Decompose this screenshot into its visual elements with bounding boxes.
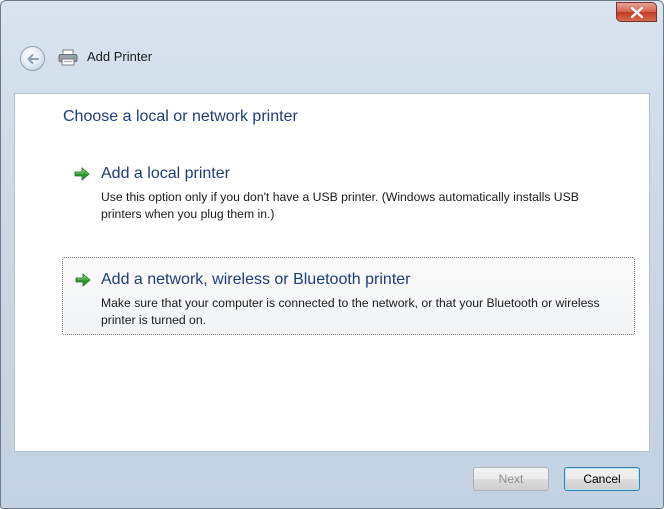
close-icon [631, 7, 643, 18]
back-button[interactable] [20, 46, 45, 71]
content-panel: Choose a local or network printer Add a … [14, 93, 650, 452]
option-title: Add a local printer [101, 165, 230, 182]
option-title: Add a network, wireless or Bluetooth pri… [101, 271, 411, 288]
next-button[interactable]: Next [473, 467, 549, 491]
close-button[interactable] [616, 2, 657, 22]
title-bar: Add Printer [1, 1, 663, 93]
printer-icon [58, 49, 78, 66]
dialog-footer: Next Cancel [14, 452, 650, 506]
window-title: Add Printer [87, 49, 153, 64]
page-heading: Choose a local or network printer [63, 108, 298, 125]
option-description: Use this option only if you don't have a… [101, 190, 579, 221]
green-arrow-icon [75, 273, 91, 287]
option-add-network-printer[interactable]: Add a network, wireless or Bluetooth pri… [62, 257, 635, 335]
green-arrow-icon [74, 167, 90, 181]
option-add-local-printer[interactable]: Add a local printer Use this option only… [63, 160, 634, 228]
option-description: Make sure that your computer is connecte… [101, 296, 600, 327]
add-printer-window: Add Printer Choose a local or network pr… [0, 0, 664, 509]
back-arrow-icon [27, 54, 39, 64]
cancel-button[interactable]: Cancel [564, 467, 640, 491]
